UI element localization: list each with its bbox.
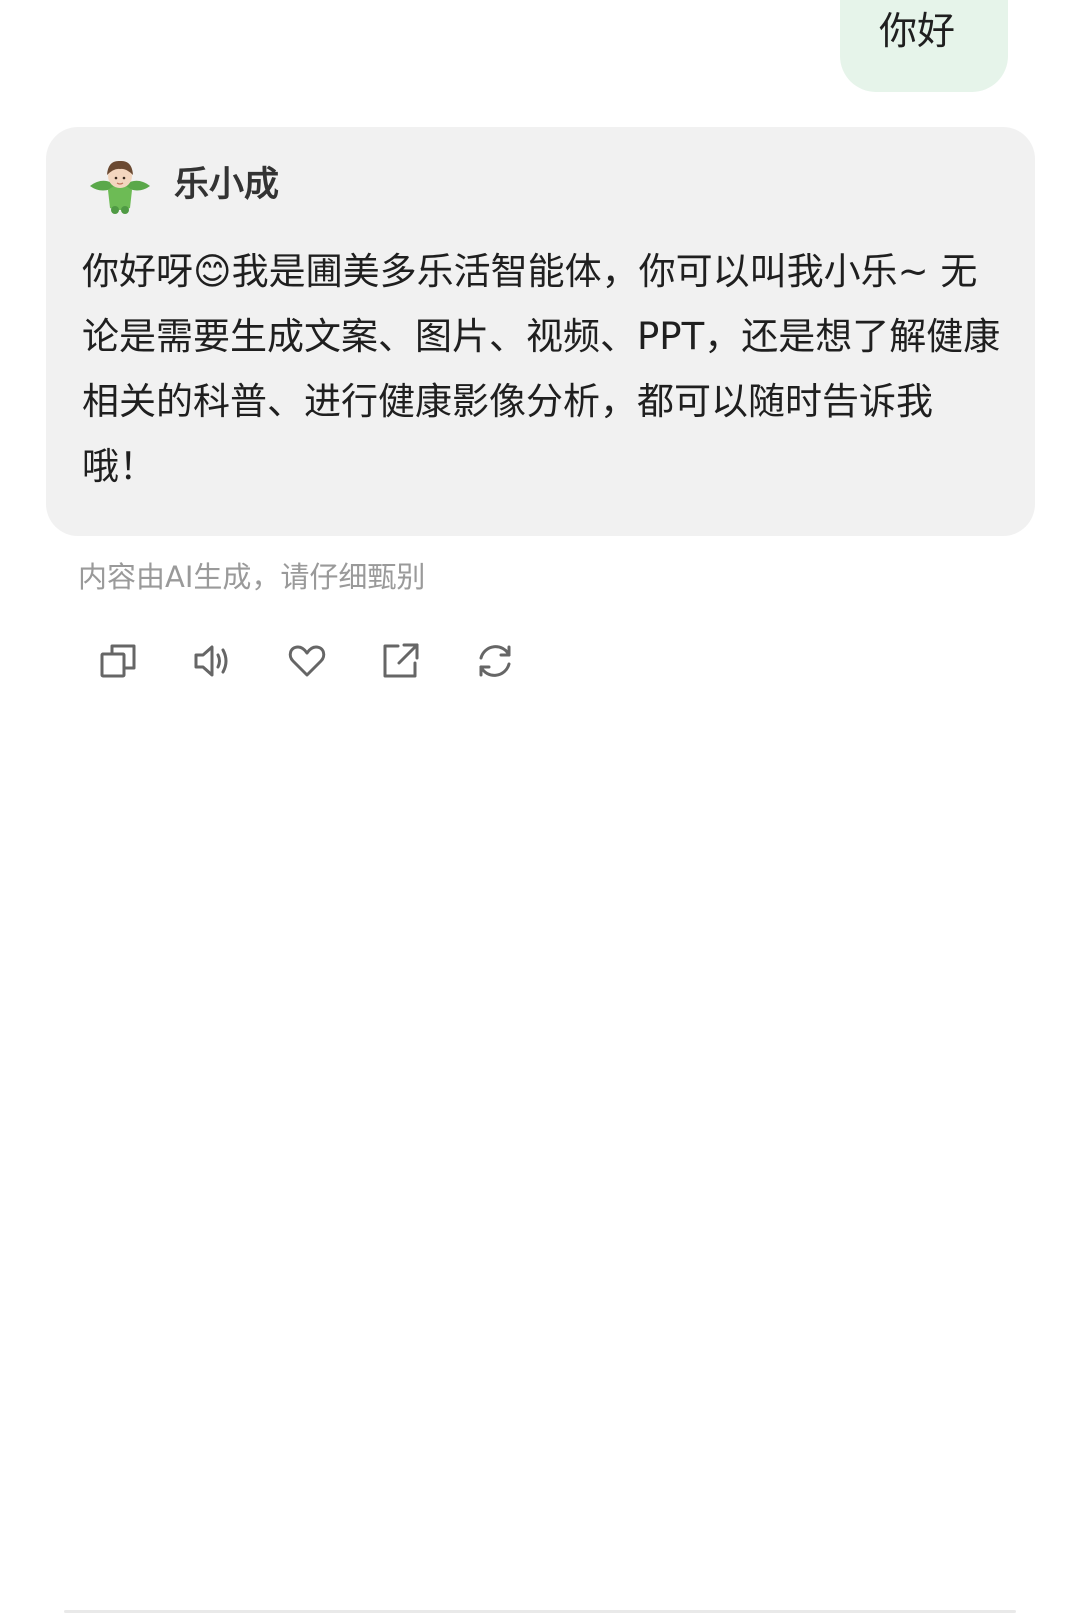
share-button[interactable]: [380, 640, 422, 682]
chat-screen: 你好 乐小成 你好呀😊我是圃美多乐活智能体，你可以叫我小乐~ 无论是需要生成文案…: [0, 0, 1080, 1613]
message-actions-bar: [98, 640, 516, 682]
favorite-button[interactable]: [286, 640, 328, 682]
assistant-header: 乐小成: [86, 156, 279, 214]
speaker-icon: [194, 645, 228, 677]
heart-icon: [288, 645, 326, 677]
avatar: [90, 160, 150, 214]
assistant-message-card: 乐小成 你好呀😊我是圃美多乐活智能体，你可以叫我小乐~ 无论是需要生成文案、图片…: [46, 127, 1035, 536]
assistant-message-text: 你好呀😊我是圃美多乐活智能体，你可以叫我小乐~ 无论是需要生成文案、图片、视频、…: [82, 250, 1001, 488]
regenerate-button[interactable]: [474, 640, 516, 682]
assistant-name: 乐小成: [174, 164, 280, 205]
refresh-icon: [479, 645, 511, 677]
share-icon: [383, 643, 419, 678]
copy-icon: [100, 644, 136, 678]
user-message-bubble: 你好: [840, 0, 1008, 92]
read-aloud-button[interactable]: [192, 640, 234, 682]
copy-button[interactable]: [98, 640, 140, 682]
user-message-text: 你好: [879, 9, 956, 53]
ai-disclaimer: 内容由AI生成，请仔细甄别: [78, 560, 426, 594]
